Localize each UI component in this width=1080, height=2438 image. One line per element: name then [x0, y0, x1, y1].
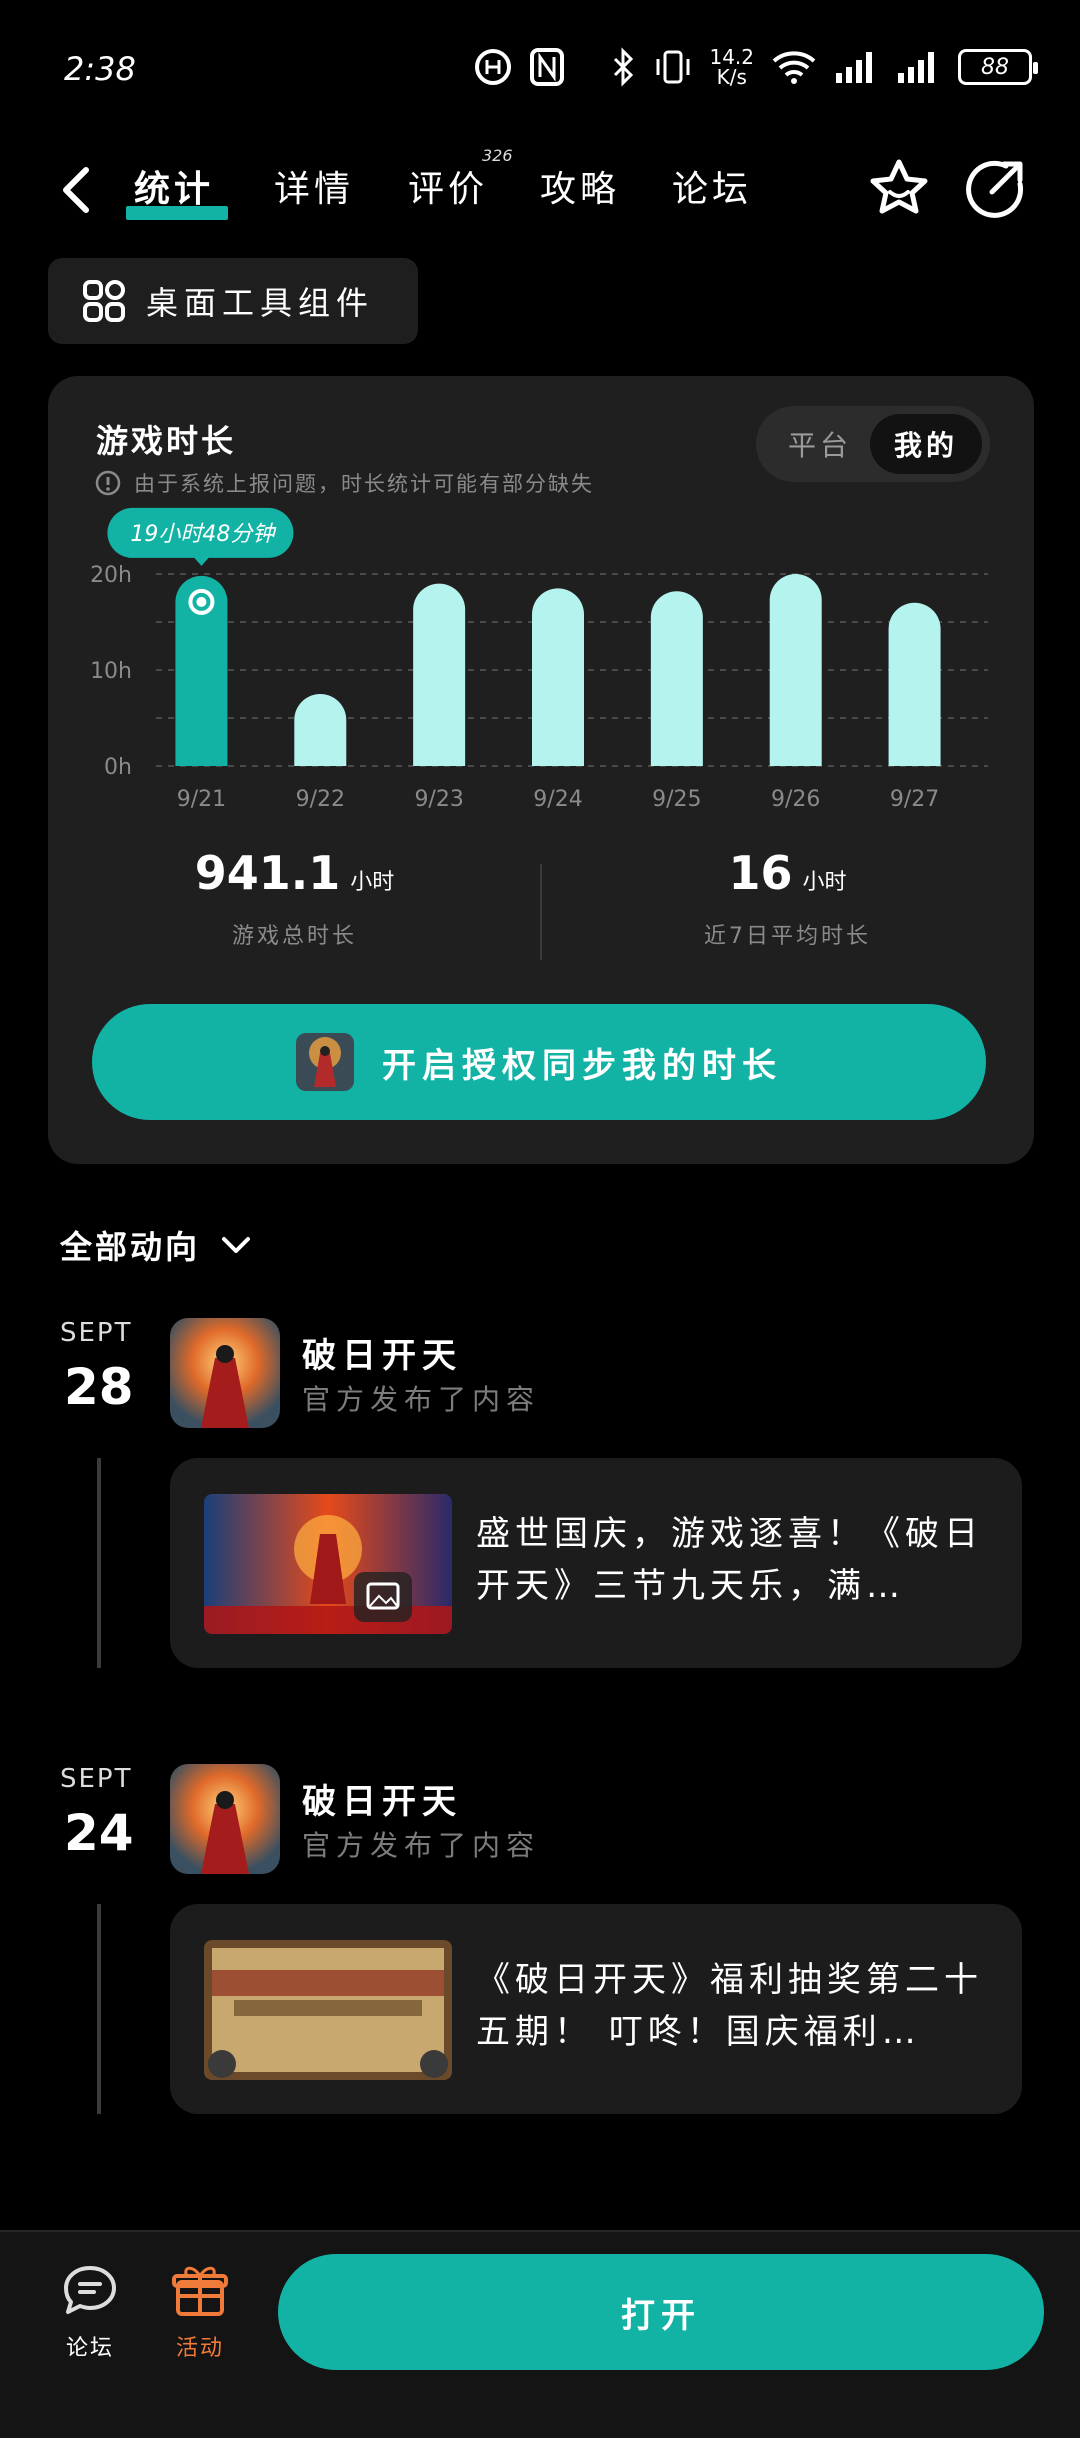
x-tick-label: 9/23	[414, 787, 463, 812]
post-image	[204, 1940, 452, 2080]
x-tick-label: 9/25	[652, 787, 701, 812]
wifi-icon	[772, 51, 816, 84]
game-thumbnail	[296, 1033, 354, 1091]
average-playtime: 16 小时 近7日平均时长	[541, 846, 1034, 950]
info-icon	[95, 470, 121, 496]
card-title: 游戏时长	[96, 422, 237, 460]
signal-icon-2	[898, 52, 934, 83]
status-time: 2:38	[64, 50, 136, 88]
post-image	[204, 1494, 452, 1634]
avg-value: 16	[728, 846, 793, 900]
tab-guides[interactable]: 攻略	[540, 160, 620, 212]
favorite-star-icon[interactable]	[866, 156, 932, 222]
avg-caption: 近7日平均时长	[704, 924, 871, 949]
bluetooth-icon	[614, 47, 634, 87]
bottom-bar: 论坛 活动 打开	[0, 2230, 1080, 2438]
y-tick-label: 0h	[104, 755, 132, 780]
card-note: 由于系统上报问题，时长统计可能有部分缺失	[94, 468, 594, 498]
forum-chat-icon	[64, 2266, 116, 2314]
x-tick-label: 9/22	[296, 787, 345, 812]
battery-icon: 88	[958, 49, 1038, 85]
game-avatar[interactable]	[170, 1764, 280, 1874]
bar-9-26[interactable]	[769, 574, 822, 766]
bar-9-24[interactable]	[532, 588, 584, 766]
post-month: SEPT	[60, 1764, 133, 1794]
selected-bar-marker-dot	[196, 596, 207, 607]
post-text: 《破日开天》福利抽奖第二十五期！ 叮咚！国庆福利…	[476, 1960, 983, 2052]
sync-playtime-button[interactable]: 开启授权同步我的时长	[92, 1004, 986, 1120]
tab-stats[interactable]: 统计	[134, 160, 214, 212]
timeline-line	[97, 1904, 101, 2114]
total-playtime: 941.1 小时 游戏总时长	[48, 846, 541, 950]
top-nav: 统计 详情 评价 326 攻略 论坛	[0, 146, 1080, 230]
battery-level: 88	[981, 54, 1009, 80]
share-icon[interactable]	[962, 156, 1028, 222]
bar-9-25[interactable]	[650, 591, 703, 766]
bar-9-27[interactable]	[888, 602, 941, 766]
playtime-chart: 0h 10h 20h 19小时48分钟 9/21 9/22 9/23 9/24 9/25 9/26…	[90, 507, 988, 812]
total-unit: 小时	[350, 870, 395, 895]
forum-label: 论坛	[65, 2336, 114, 2361]
platform-toggle: 平台 我的	[756, 406, 990, 482]
widget-grid-icon	[83, 280, 125, 322]
x-tick-label: 9/21	[177, 787, 226, 812]
tooltip-pointer	[193, 556, 210, 566]
back-icon[interactable]	[56, 162, 96, 218]
toggle-platform[interactable]: 平台	[764, 414, 876, 474]
post-day: 24	[64, 1804, 134, 1862]
activity-nav-button[interactable]: 活动	[160, 2262, 240, 2362]
tooltip-text: 19小时48分钟	[130, 522, 277, 547]
post-card[interactable]: 《破日开天》福利抽奖第二十五期！ 叮咚！国庆福利…	[170, 1904, 1022, 2114]
x-tick-label: 9/24	[533, 787, 582, 812]
vibrate-icon	[656, 50, 690, 84]
status-bar: 2:38 14.2 K/s 88	[0, 0, 1080, 140]
sync-button-label: 开启授权同步我的时长	[382, 1045, 782, 1086]
bar-9-22[interactable]	[294, 694, 347, 766]
total-caption: 游戏总时长	[231, 924, 357, 949]
nfc-icon	[530, 48, 565, 86]
post-action: 官方发布了内容	[302, 1829, 541, 1862]
avg-unit: 小时	[802, 870, 847, 895]
activity-label: 活动	[175, 2336, 224, 2361]
desktop-widget-button[interactable]: 桌面工具组件	[48, 258, 418, 344]
feed-filter-label: 全部动向	[60, 1228, 201, 1266]
gift-icon	[172, 2266, 228, 2316]
network-speed: 14.2 K/s	[709, 45, 754, 89]
tab-details[interactable]: 详情	[274, 160, 354, 212]
playtime-card: 游戏时长 由于系统上报问题，时长统计可能有部分缺失 平台 我的 0h 10h 20h…	[48, 376, 1034, 1164]
y-tick-label: 10h	[90, 659, 132, 684]
post-author[interactable]: 破日开天	[302, 1328, 462, 1377]
hd-icon	[475, 49, 512, 85]
x-tick-label: 9/26	[771, 787, 820, 812]
y-tick-label: 20h	[90, 563, 132, 588]
tab-reviews[interactable]: 评价	[408, 160, 488, 212]
tab-forum[interactable]: 论坛	[672, 160, 752, 212]
x-tick-label: 9/27	[890, 787, 939, 812]
timeline-line	[97, 1458, 101, 1668]
post-author[interactable]: 破日开天	[302, 1774, 462, 1823]
chevron-down-icon	[222, 1237, 251, 1253]
open-game-button[interactable]: 打开	[278, 2254, 1044, 2370]
post-action: 官方发布了内容	[302, 1383, 541, 1416]
post-card[interactable]: 盛世国庆，游戏逐喜！《破日开天》三节九天乐，满…	[170, 1458, 1022, 1668]
game-avatar[interactable]	[170, 1318, 280, 1428]
signal-icon-1	[836, 52, 872, 83]
bar-9-23[interactable]	[413, 583, 466, 766]
card-note-text: 由于系统上报问题，时长统计可能有部分缺失	[134, 472, 594, 496]
toggle-mine[interactable]: 我的	[870, 414, 982, 474]
status-icons: 14.2 K/s 88	[473, 42, 1038, 92]
total-value: 941.1	[194, 846, 341, 900]
reviews-count-badge: 326	[482, 146, 513, 165]
widget-label: 桌面工具组件	[146, 284, 375, 322]
post-month: SEPT	[60, 1318, 133, 1348]
feed-filter-dropdown[interactable]: 全部动向	[60, 1222, 254, 1268]
forum-nav-button[interactable]: 论坛	[50, 2262, 130, 2362]
post-day: 28	[64, 1358, 134, 1416]
post-text: 盛世国庆，游戏逐喜！《破日开天》三节九天乐，满…	[476, 1514, 983, 1606]
